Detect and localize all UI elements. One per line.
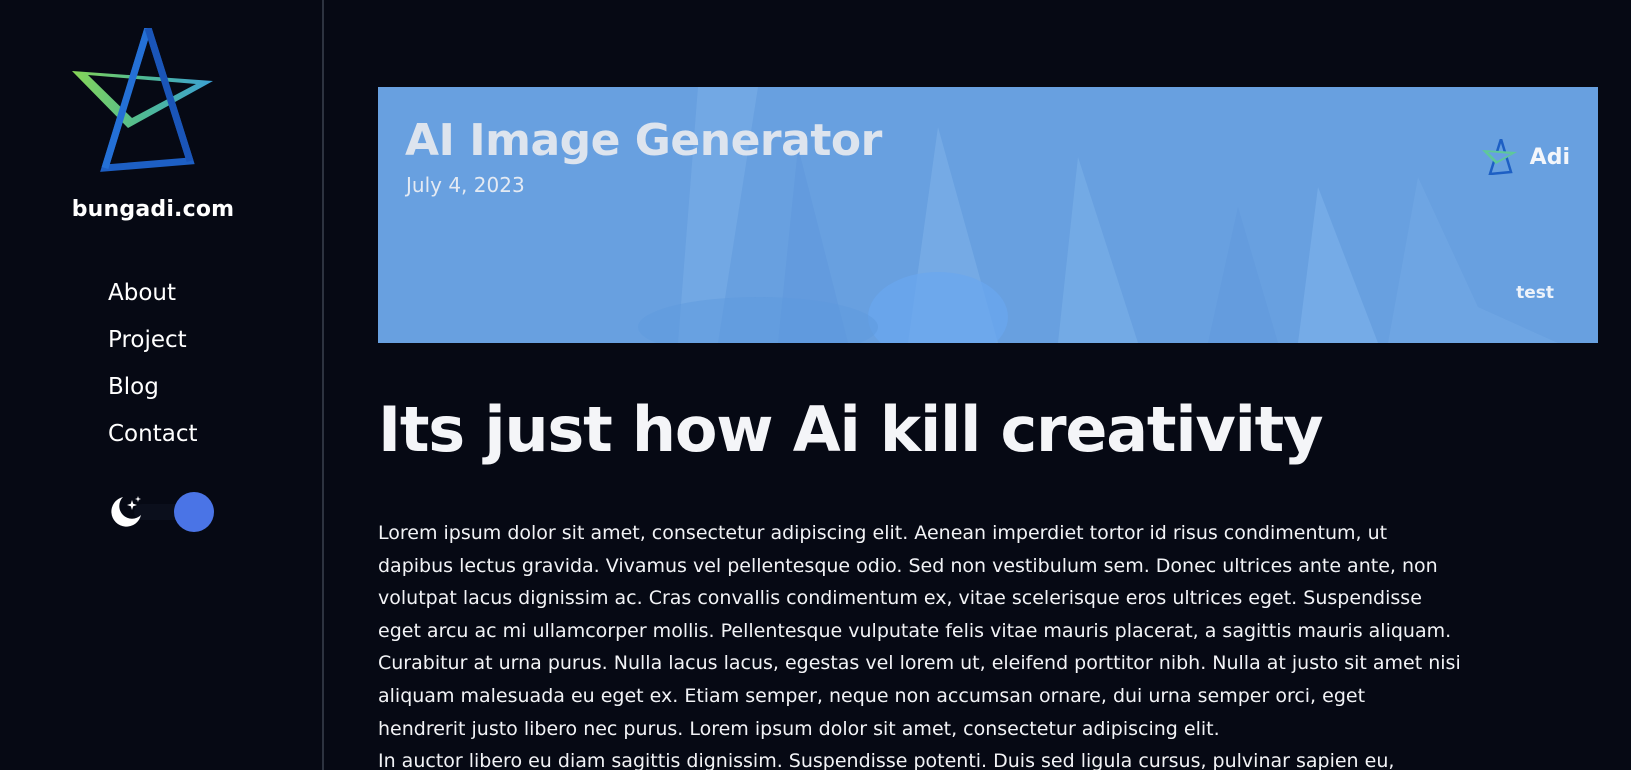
moon-stars-icon [111, 496, 141, 527]
nav-item-about[interactable]: About [108, 275, 197, 322]
body-line: dapibus lectus gravida. Vivamus vel pell… [378, 554, 1438, 577]
body-line: volutpat lacus dignissim ac. Cras conval… [378, 587, 1422, 610]
main-content: AI Image Generator July 4, 2023 Adi test… [378, 0, 1598, 770]
hero-date: July 4, 2023 [406, 173, 525, 197]
nav-item-project[interactable]: Project [108, 322, 197, 369]
page: bungadi.com About Project Blog Contact A… [0, 0, 1631, 770]
post-title: Its just how Ai kill creativity [378, 393, 1324, 466]
author-avatar-icon [1481, 139, 1517, 175]
theme-toggle[interactable] [108, 490, 216, 534]
hero-author: Adi [1481, 139, 1570, 175]
nav-item-blog[interactable]: Blog [108, 369, 197, 416]
post-hero-card[interactable]: AI Image Generator July 4, 2023 Adi test [378, 87, 1598, 343]
hero-tag[interactable]: test [1516, 283, 1554, 303]
post-body: Lorem ipsum dolor sit amet, consectetur … [378, 517, 1598, 770]
sidebar: bungadi.com About Project Blog Contact [0, 0, 324, 770]
nav-item-contact[interactable]: Contact [108, 416, 197, 463]
site-name[interactable]: bungadi.com [0, 197, 306, 222]
body-line: aliquam malesuada eu eget ex. Etiam semp… [378, 684, 1366, 707]
main-nav: About Project Blog Contact [108, 275, 197, 463]
body-line: Curabitur at urna purus. Nulla lacus lac… [378, 652, 1461, 675]
hero-title: AI Image Generator [405, 115, 882, 166]
star-logo-icon[interactable] [72, 28, 224, 178]
author-name[interactable]: Adi [1530, 145, 1570, 170]
toggle-knob[interactable] [174, 492, 214, 532]
body-line: In auctor libero eu diam sagittis dignis… [378, 750, 1395, 770]
body-line: hendrerit justo libero nec purus. Lorem … [378, 717, 1220, 740]
body-line: Lorem ipsum dolor sit amet, consectetur … [378, 522, 1388, 544]
body-line: eget arcu ac mi ullamcorper mollis. Pell… [378, 619, 1452, 642]
